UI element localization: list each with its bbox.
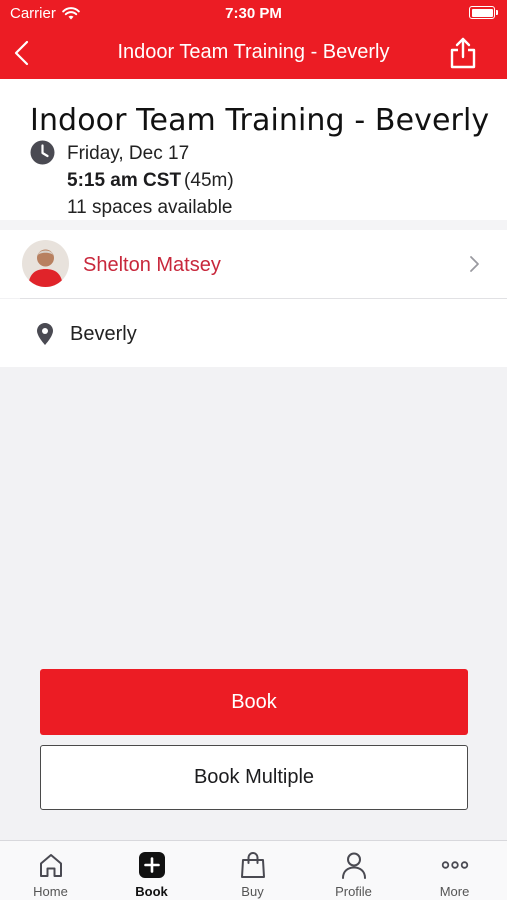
tab-bar: Home Book Buy Profile More xyxy=(0,840,507,900)
tab-book[interactable]: Book xyxy=(101,841,202,900)
status-bar: Carrier 7:30 PM xyxy=(0,0,507,28)
class-date: Friday, Dec 17 xyxy=(67,143,190,164)
nav-title: Indoor Team Training - Beverly xyxy=(117,41,390,63)
tab-buy-label: Buy xyxy=(241,884,264,899)
tab-home-label: Home xyxy=(33,884,68,899)
home-icon xyxy=(39,854,62,877)
avatar xyxy=(22,240,69,287)
instructor-row[interactable]: Shelton Matsey xyxy=(0,230,507,298)
class-title: Indoor Team Training - Beverly xyxy=(30,103,490,138)
class-info-card: Indoor Team Training - Beverly Friday, D… xyxy=(0,79,507,220)
book-multiple-button[interactable]: Book Multiple xyxy=(40,745,468,810)
tab-more[interactable]: More xyxy=(404,841,505,900)
status-time: 7:30 PM xyxy=(225,5,282,22)
tab-book-label: Book xyxy=(135,884,168,899)
share-icon xyxy=(450,37,476,69)
app-header: Carrier 7:30 PM Indoor Team Training - B… xyxy=(0,0,507,79)
back-button[interactable] xyxy=(10,37,40,69)
clock-icon xyxy=(30,140,55,165)
location-pin-icon xyxy=(37,323,53,345)
instructor-name: Shelton Matsey xyxy=(83,254,221,276)
tab-buy[interactable]: Buy xyxy=(202,841,303,900)
chevron-left-icon xyxy=(14,40,29,66)
chevron-right-icon xyxy=(470,256,479,272)
more-dots-icon xyxy=(441,861,468,869)
section-separator xyxy=(0,220,507,230)
nav-bar: Indoor Team Training - Beverly xyxy=(0,28,507,79)
tab-profile-label: Profile xyxy=(335,884,372,899)
tab-profile[interactable]: Profile xyxy=(303,841,404,900)
class-time: 5:15 am CST xyxy=(67,170,182,191)
location-name: Beverly xyxy=(70,323,137,345)
spaces-available: 11 spaces available xyxy=(67,197,233,218)
battery-icon xyxy=(469,6,498,19)
share-button[interactable] xyxy=(447,35,479,71)
book-plus-icon xyxy=(138,852,165,878)
book-button[interactable]: Book xyxy=(40,669,468,735)
class-duration: (45m) xyxy=(184,170,234,191)
class-time-line: 5:15 am CST (45m) xyxy=(67,170,234,192)
tab-more-label: More xyxy=(439,884,470,899)
tab-home[interactable]: Home xyxy=(0,841,101,900)
person-icon xyxy=(341,852,366,879)
shopping-bag-icon xyxy=(240,851,265,878)
location-row: Beverly xyxy=(0,299,507,367)
